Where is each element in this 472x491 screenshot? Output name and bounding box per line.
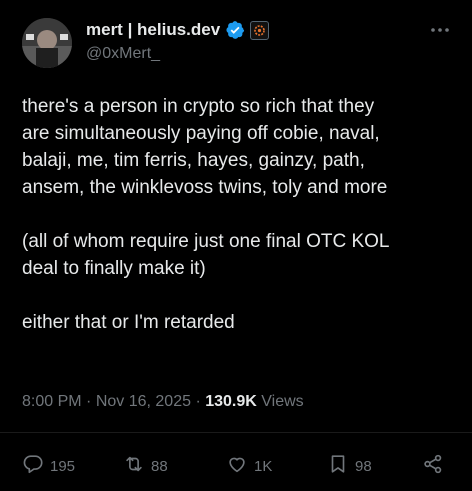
divider [0,432,472,433]
user-handle[interactable]: @0xMert_ [86,45,160,63]
bookmark-button[interactable]: 98 [327,452,372,480]
share-button[interactable] [422,452,444,480]
like-icon [226,453,248,479]
tweet-header: mert | helius.dev @0xMert_ [22,18,452,70]
tweet-line: are simultaneously paying off cobie, nav… [22,123,380,144]
post-date[interactable]: Nov 16, 2025 [96,393,191,410]
tweet-card: mert | helius.dev @0xMert_ there's a per… [0,0,472,491]
reply-icon [22,453,44,479]
share-icon [422,453,444,479]
avatar[interactable] [22,18,72,68]
meta-separator: · [81,393,96,410]
tweet-line: balaji, me, tim ferris, hayes, gainzy, p… [22,150,365,171]
post-time[interactable]: 8:00 PM [22,393,82,410]
like-count: 1K [254,457,273,475]
tweet-line: (all of whom require just one final OTC … [22,231,390,252]
meta-separator: · [191,393,206,410]
tweet-line: either that or I'm retarded [22,312,235,333]
display-name[interactable]: mert | helius.dev [86,20,220,40]
repost-icon [123,453,145,479]
tweet-meta: 8:00 PM · Nov 16, 2025 · 130.9K Views [22,393,304,411]
views-label: Views [256,393,304,410]
name-row: mert | helius.dev [86,20,270,40]
reply-count: 195 [50,457,76,475]
tweet-text: there's a person in crypto so rich that … [22,93,457,336]
like-button[interactable]: 1K [226,452,272,480]
tweet-line: deal to finally make it) [22,258,206,279]
helius-affiliate-icon[interactable] [250,20,270,40]
repost-button[interactable]: 88 [123,452,168,480]
repost-count: 88 [151,457,168,475]
bookmark-icon [327,453,349,479]
more-horizontal-icon[interactable] [428,20,452,40]
action-bar: 195 88 1K 98 [22,452,450,480]
verified-badge-icon [225,20,245,40]
tweet-line: there's a person in crypto so rich that … [22,96,375,117]
reply-button[interactable]: 195 [22,452,75,480]
tweet-line: ansem, the winklevoss twins, toly and mo… [22,177,388,198]
views-count: 130.9K [205,393,257,410]
bookmark-count: 98 [355,457,372,475]
